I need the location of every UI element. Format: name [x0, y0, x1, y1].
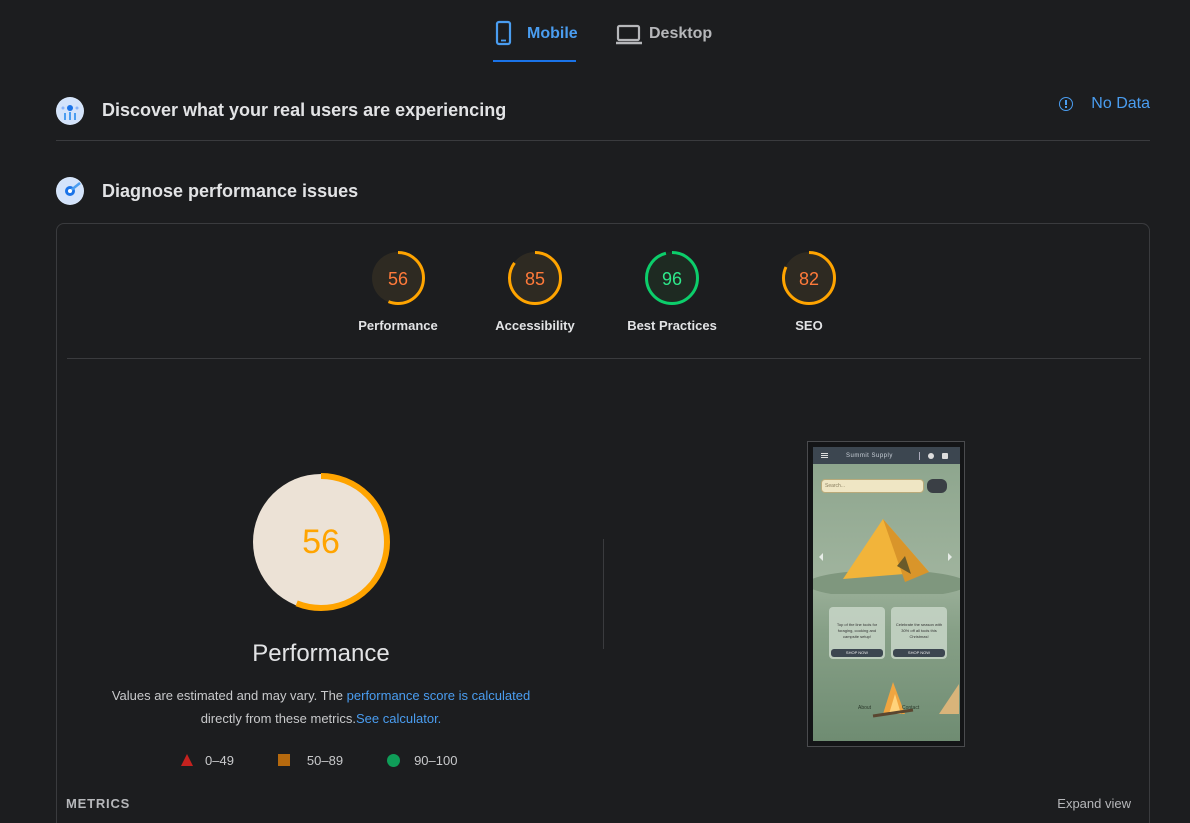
note-text-2: directly from these metrics. — [200, 711, 357, 726]
performance-note: Values are estimated and may vary. The p… — [97, 684, 545, 730]
legend-pass-range: 90–100 — [414, 752, 458, 768]
report-card: 56 Performance 85 Accessibility 96 Best … — [56, 223, 1150, 823]
gauge-performance-ring: 56 — [371, 251, 425, 305]
score-calculated-link[interactable]: performance score is calculated — [347, 688, 531, 703]
screenshot-card-1-text: Top of the line tools for foraging, cook… — [836, 622, 878, 639]
performance-big-score: 56 — [302, 523, 340, 561]
gauge-seo-score: 82 — [799, 269, 819, 289]
gauge-accessibility[interactable]: 85 Accessibility — [475, 250, 595, 333]
screenshot-card-2-text: Celebrate the season with 30% off all to… — [895, 622, 943, 639]
legend-pass: 90–100 — [387, 753, 457, 768]
expand-view-button[interactable]: Expand view — [1057, 796, 1131, 811]
gauge-best-practices-label: Best Practices — [627, 318, 717, 333]
cart-icon — [941, 452, 948, 459]
screenshot-screen: Summit Supply Search... Top of the line — [813, 447, 960, 741]
gauge-seo[interactable]: 82 SEO — [749, 250, 869, 333]
campfire-image — [872, 682, 959, 718]
gauge-accessibility-label: Accessibility — [495, 318, 575, 333]
square-icon — [277, 754, 290, 766]
screenshot-hero: Search... Top of the line tools for fora… — [813, 464, 960, 741]
diagnose-title: Diagnose performance issues — [102, 180, 359, 201]
note-text-1: Values are estimated and may vary. The — [111, 688, 347, 703]
metrics-heading: METRICS — [66, 796, 131, 811]
gauges-divider — [67, 358, 1141, 359]
gauge-best-practices[interactable]: 96 Best Practices — [612, 250, 732, 333]
search-icon — [927, 479, 947, 493]
tent-image — [813, 519, 960, 594]
no-data-link[interactable]: No Data — [1059, 95, 1150, 113]
performance-title: Performance — [252, 640, 390, 667]
see-calculator-link[interactable]: See calculator. — [356, 711, 441, 726]
gauge-seo-label: SEO — [795, 318, 823, 333]
laptop-icon — [615, 20, 642, 48]
screenshot-brand: Summit Supply — [846, 452, 893, 459]
screenshot-navbar: Summit Supply — [813, 447, 960, 464]
menu-icon — [821, 453, 828, 458]
circle-icon — [387, 753, 401, 767]
legend-average: 50–89 — [277, 752, 344, 768]
screenshot-card-1: Top of the line tools for foraging, cook… — [829, 607, 885, 659]
tab-desktop-label: Desktop — [649, 25, 713, 42]
real-users-section: Discover what your real users are experi… — [56, 81, 1150, 141]
gauge-best-practices-score: 96 — [662, 269, 682, 289]
performance-big-gauge: 56 — [252, 473, 390, 611]
gauge-performance[interactable]: 56 Performance — [338, 250, 458, 333]
no-data-label: No Data — [1091, 95, 1150, 112]
triangle-icon — [181, 754, 193, 766]
gauge-accessibility-score: 85 — [525, 269, 545, 289]
lighthouse-icon — [56, 177, 84, 205]
tab-desktop[interactable]: Desktop — [615, 20, 725, 62]
legend-average-range: 50–89 — [306, 752, 344, 768]
category-gauges: 56 Performance 85 Accessibility 96 Best … — [57, 250, 1149, 360]
gauge-accessibility-ring: 85 — [508, 251, 562, 305]
screenshot-card-2: Celebrate the season with 30% off all to… — [891, 607, 947, 659]
real-users-title: Discover what your real users are experi… — [102, 100, 507, 120]
tab-mobile[interactable]: Mobile — [493, 20, 578, 62]
device-tabs: Mobile Desktop — [0, 0, 1190, 64]
final-screenshot[interactable]: Summit Supply Search... Top of the line — [807, 441, 965, 747]
info-icon — [1059, 97, 1074, 111]
screenshot-footer-about: About — [858, 705, 872, 711]
screenshot-search: Search... — [821, 479, 924, 493]
gauge-performance-label: Performance — [358, 318, 438, 333]
vertical-separator — [603, 539, 604, 649]
legend-fail: 0–49 — [181, 753, 234, 768]
screenshot-footer-contact: Contact — [902, 705, 920, 711]
gauge-best-practices-ring: 96 — [645, 251, 699, 305]
gauge-seo-ring: 82 — [782, 251, 836, 305]
gauge-performance-score: 56 — [388, 269, 408, 289]
crux-icon — [56, 96, 84, 125]
score-legend: 0–49 50–89 90–100 — [181, 750, 501, 770]
tab-mobile-label: Mobile — [527, 25, 578, 42]
phone-icon — [493, 20, 519, 48]
legend-fail-range: 0–49 — [205, 752, 234, 768]
account-icon — [927, 452, 934, 459]
diagnose-section: Diagnose performance issues — [56, 166, 1150, 216]
